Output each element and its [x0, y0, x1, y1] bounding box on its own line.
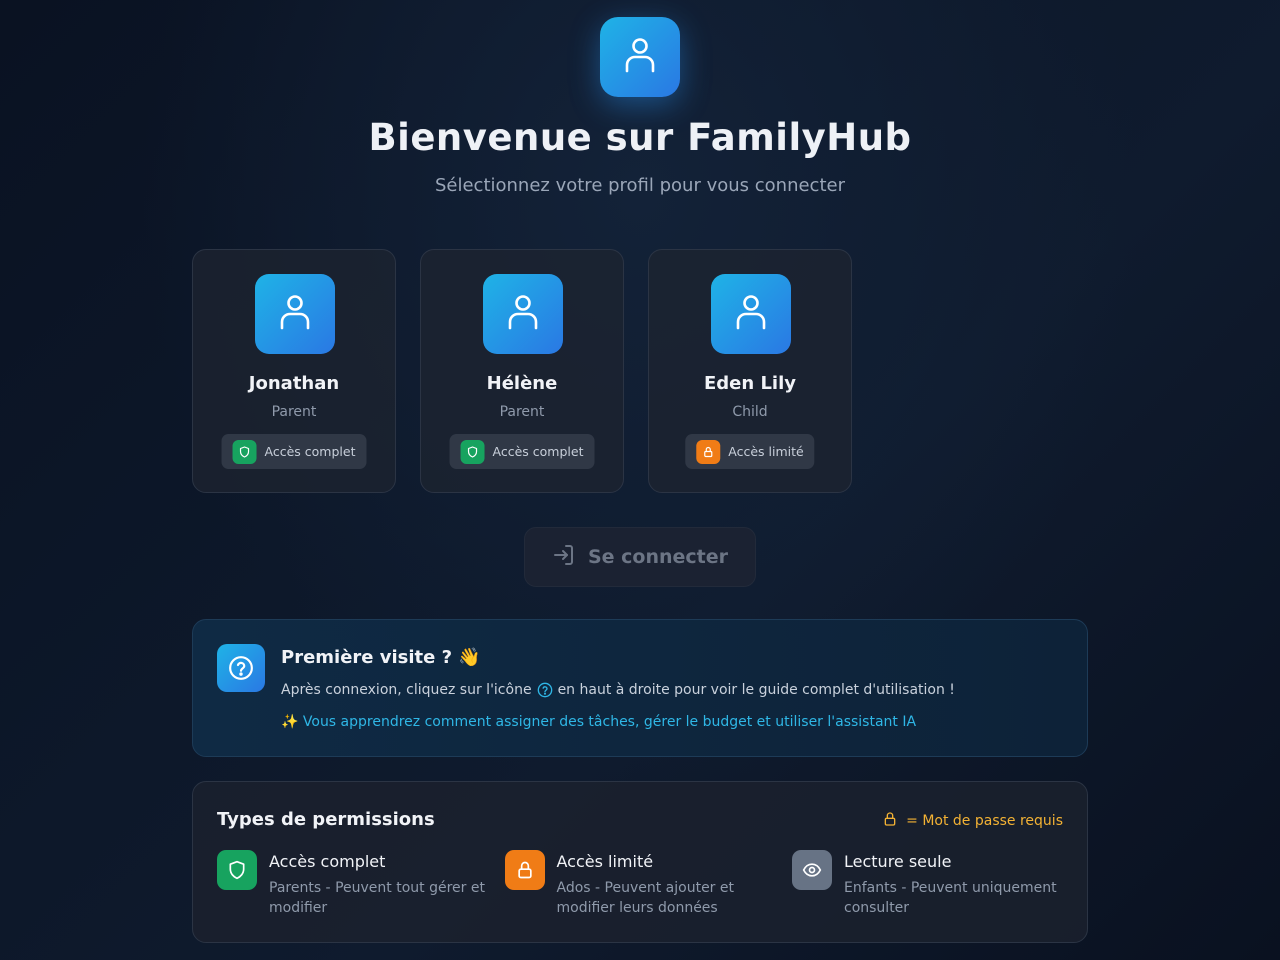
first-visit-tip: ✨ Vous apprendrez comment assigner des t…	[281, 714, 917, 730]
first-visit-title: Première visite ? 👋	[281, 647, 481, 668]
shield-icon	[232, 439, 257, 464]
login-icon	[552, 543, 576, 572]
profile-card-helene[interactable]: Hélène Parent Accès complet	[420, 249, 624, 493]
profile-list: Jonathan Parent Accès complet Hélène Par…	[192, 249, 852, 493]
permission-name: Accès limité	[556, 852, 654, 871]
profile-name: Jonathan	[248, 373, 340, 394]
first-visit-panel: Première visite ? 👋 Après connexion, cli…	[192, 619, 1088, 757]
first-visit-text: Après connexion, cliquez sur l'icône en …	[281, 682, 955, 698]
access-label: Accès complet	[492, 444, 584, 459]
access-label: Accès complet	[264, 444, 356, 459]
help-circle-icon	[217, 644, 265, 692]
access-label: Accès limité	[728, 444, 804, 459]
profile-name: Hélène	[486, 373, 558, 394]
permission-desc: Enfants - Peuvent uniquement consulter	[844, 880, 1057, 916]
permission-item-full: Accès complet Parents - Peuvent tout gér…	[217, 850, 505, 918]
eye-icon	[792, 850, 832, 890]
user-icon	[506, 293, 540, 335]
shield-icon	[460, 439, 485, 464]
login-button-label: Se connecter	[587, 546, 729, 568]
permission-list: Accès complet Parents - Peuvent tout gér…	[217, 850, 1080, 918]
avatar	[711, 274, 791, 354]
profile-role: Parent	[499, 404, 545, 420]
first-visit-text-before: Après connexion, cliquez sur l'icône	[281, 682, 532, 698]
user-icon	[734, 293, 768, 335]
profile-name: Eden Lily	[703, 373, 796, 394]
page-subtitle: Sélectionnez votre profil pour vous conn…	[434, 175, 845, 196]
avatar	[483, 274, 563, 354]
permission-desc: Parents - Peuvent tout gérer et modifier	[269, 880, 485, 916]
permission-item-readonly: Lecture seule Enfants - Peuvent uniqueme…	[792, 850, 1080, 918]
page-title: Bienvenue sur FamilyHub	[368, 116, 912, 159]
lock-icon	[696, 439, 721, 464]
password-note-label: = Mot de passe requis	[906, 813, 1063, 829]
profile-card-eden-lily[interactable]: Eden Lily Child Accès limité	[648, 249, 852, 493]
shield-icon	[217, 850, 257, 890]
help-circle-icon	[537, 682, 553, 698]
lock-icon	[882, 811, 898, 831]
profile-role: Child	[732, 404, 768, 420]
user-icon	[623, 36, 657, 78]
login-button[interactable]: Se connecter	[524, 527, 756, 587]
first-visit-text-after: en haut à droite pour voir le guide comp…	[557, 682, 955, 698]
permission-name: Lecture seule	[844, 852, 952, 871]
password-note: = Mot de passe requis	[882, 811, 1063, 831]
profile-card-jonathan[interactable]: Jonathan Parent Accès complet	[192, 249, 396, 493]
permission-item-limited: Accès limité Ados - Peuvent ajouter et m…	[504, 850, 793, 918]
permission-desc: Ados - Peuvent ajouter et modifier leurs…	[556, 880, 735, 916]
user-icon	[278, 293, 312, 335]
permissions-panel: Types de permissions = Mot de passe requ…	[192, 781, 1088, 943]
permission-name: Accès complet	[269, 852, 386, 871]
access-badge: Accès complet	[449, 434, 595, 469]
lock-icon	[504, 850, 545, 890]
access-badge: Accès complet	[221, 434, 367, 469]
access-badge: Accès limité	[685, 434, 815, 469]
profile-role: Parent	[271, 404, 317, 420]
permissions-title: Types de permissions	[217, 809, 435, 830]
app-logo	[600, 17, 680, 97]
avatar	[255, 274, 335, 354]
